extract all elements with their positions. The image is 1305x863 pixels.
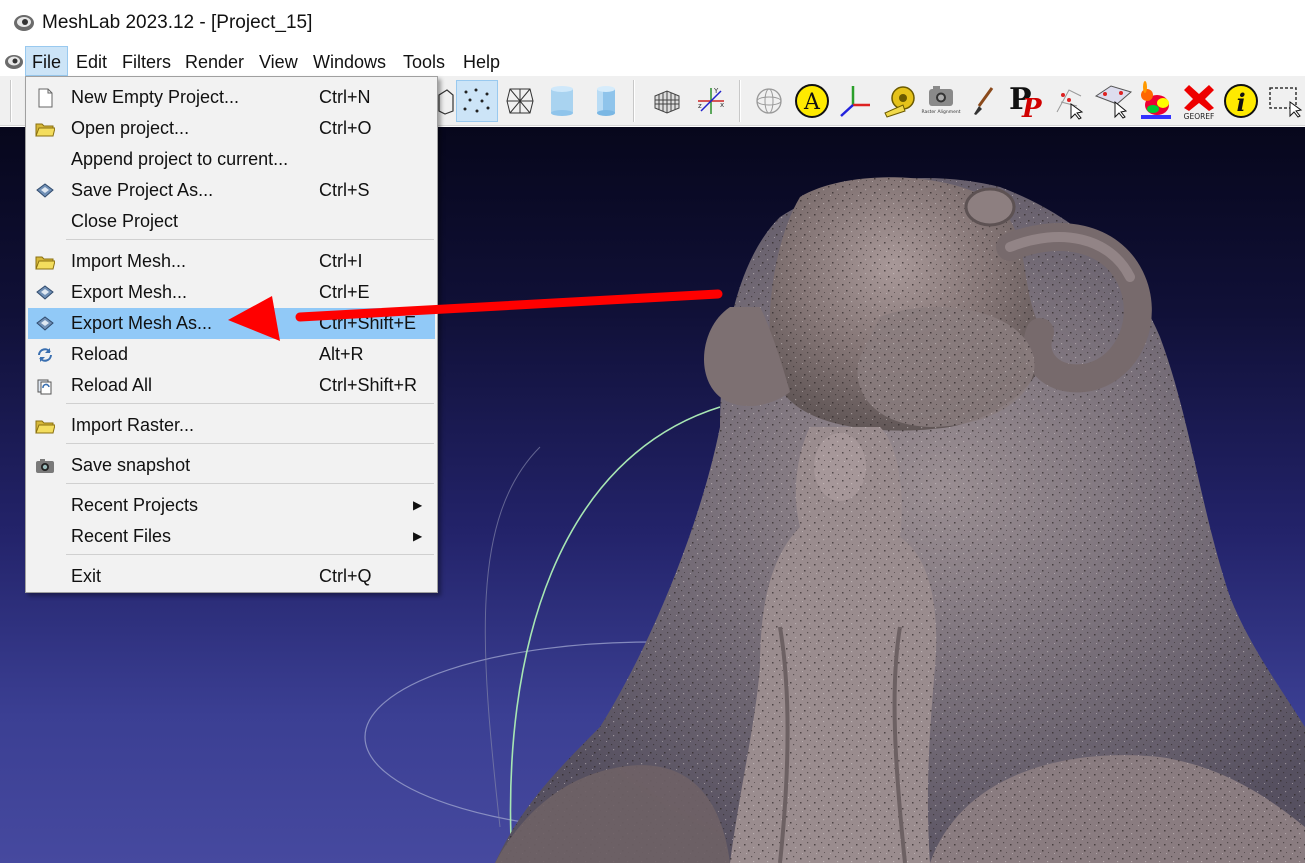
svg-text:Y: Y <box>713 87 719 95</box>
svg-text:x: x <box>720 101 724 109</box>
save-disk-icon <box>36 183 54 198</box>
submenu-arrow-icon: ▶ <box>413 498 423 512</box>
menu-separator <box>66 403 434 404</box>
reload-all-icon <box>37 379 52 395</box>
menu-help[interactable]: Help <box>457 46 506 76</box>
svg-text:A: A <box>803 90 821 115</box>
georef-label: GEOREF <box>1184 112 1215 121</box>
select-rect-icon[interactable] <box>1263 80 1305 122</box>
frame-axes-icon[interactable] <box>834 80 876 122</box>
svg-text:P: P <box>1021 94 1043 121</box>
menu-item-save-snapshot[interactable]: Save snapshot <box>28 450 435 481</box>
select-connected-icon[interactable] <box>1092 80 1134 122</box>
toolbar-separator <box>739 80 741 122</box>
raster-alignment-icon[interactable]: Raster Alignment <box>920 80 962 122</box>
menu-item-append-project[interactable]: Append project to current... <box>28 144 435 175</box>
file-menu-dropdown: New Empty Project... Ctrl+N Open project… <box>25 76 438 593</box>
menu-item-close-project[interactable]: Close Project <box>28 206 435 237</box>
menu-item-recent-files[interactable]: Recent Files ▶ <box>28 521 435 552</box>
smooth-cylinder-icon[interactable] <box>585 80 627 122</box>
menu-item-reload[interactable]: Reload Alt+R <box>28 339 435 370</box>
folder-icon <box>35 256 55 270</box>
menu-item-reload-all[interactable]: Reload All Ctrl+Shift+R <box>28 370 435 401</box>
menu-separator <box>66 443 434 444</box>
paint-brush-icon[interactable] <box>962 80 1004 122</box>
raster-alignment-label: Raster Alignment <box>922 109 961 115</box>
menu-separator <box>66 483 434 484</box>
save-disk-icon <box>36 285 54 300</box>
menu-item-export-mesh-as[interactable]: Export Mesh As... Ctrl+Shift+E <box>28 308 435 339</box>
svg-text:z: z <box>698 102 702 110</box>
select-vertices-icon[interactable] <box>1049 80 1091 122</box>
save-disk-icon <box>36 316 54 331</box>
georef-icon[interactable]: GEOREF <box>1178 80 1220 122</box>
grid-icon[interactable] <box>646 80 688 122</box>
svg-text:i: i <box>1236 88 1245 117</box>
menu-view[interactable]: View <box>253 46 304 76</box>
window-title: MeshLab 2023.12 - [Project_15] <box>42 12 313 33</box>
menu-item-save-project-as[interactable]: Save Project As... Ctrl+S <box>28 175 435 206</box>
menu-separator <box>66 239 434 240</box>
camera-icon <box>36 459 54 473</box>
bunny-quality-icon[interactable] <box>1134 80 1176 122</box>
document-icon[interactable] <box>4 51 24 71</box>
menu-file[interactable]: File <box>25 46 69 76</box>
menu-separator <box>66 554 434 555</box>
title-bar: MeshLab 2023.12 - [Project_15] <box>0 0 1305 46</box>
points-icon[interactable] <box>456 80 498 122</box>
reload-icon <box>38 348 52 362</box>
annotation-icon[interactable]: A <box>791 80 833 122</box>
folder-icon <box>35 420 55 434</box>
flat-cylinder-icon[interactable] <box>541 80 583 122</box>
menu-render[interactable]: Render <box>179 46 250 76</box>
wireframe-icon[interactable] <box>499 80 541 122</box>
box-icon[interactable] <box>436 80 456 122</box>
submenu-arrow-icon: ▶ <box>413 529 423 543</box>
menu-item-export-mesh[interactable]: Export Mesh... Ctrl+E <box>28 277 435 308</box>
menu-edit[interactable]: Edit <box>70 46 113 76</box>
menu-tools[interactable]: Tools <box>397 46 451 76</box>
menu-windows[interactable]: Windows <box>307 46 392 76</box>
menu-item-exit[interactable]: Exit Ctrl+Q <box>28 561 435 592</box>
pickpoints-icon[interactable]: PP <box>1006 80 1048 122</box>
axes-icon[interactable]: Yz x <box>690 80 732 122</box>
meshlab-logo-icon <box>14 15 34 31</box>
menu-item-new-empty-project[interactable]: New Empty Project... Ctrl+N <box>28 82 435 113</box>
folder-icon <box>35 123 55 137</box>
menu-item-open-project[interactable]: Open project... Ctrl+O <box>28 113 435 144</box>
toolbar-separator <box>10 80 12 122</box>
menu-bar: File Edit Filters Render View Windows To… <box>0 46 1305 76</box>
info-icon[interactable]: i <box>1220 80 1262 122</box>
new-file-icon <box>38 88 53 108</box>
toolbar-separator <box>633 80 635 122</box>
menu-item-recent-projects[interactable]: Recent Projects ▶ <box>28 490 435 521</box>
menu-filters[interactable]: Filters <box>116 46 177 76</box>
sphere-icon[interactable] <box>748 80 790 122</box>
menu-item-import-mesh[interactable]: Import Mesh... Ctrl+I <box>28 246 435 277</box>
measure-tape-icon[interactable] <box>878 80 920 122</box>
menu-item-import-raster[interactable]: Import Raster... <box>28 410 435 441</box>
